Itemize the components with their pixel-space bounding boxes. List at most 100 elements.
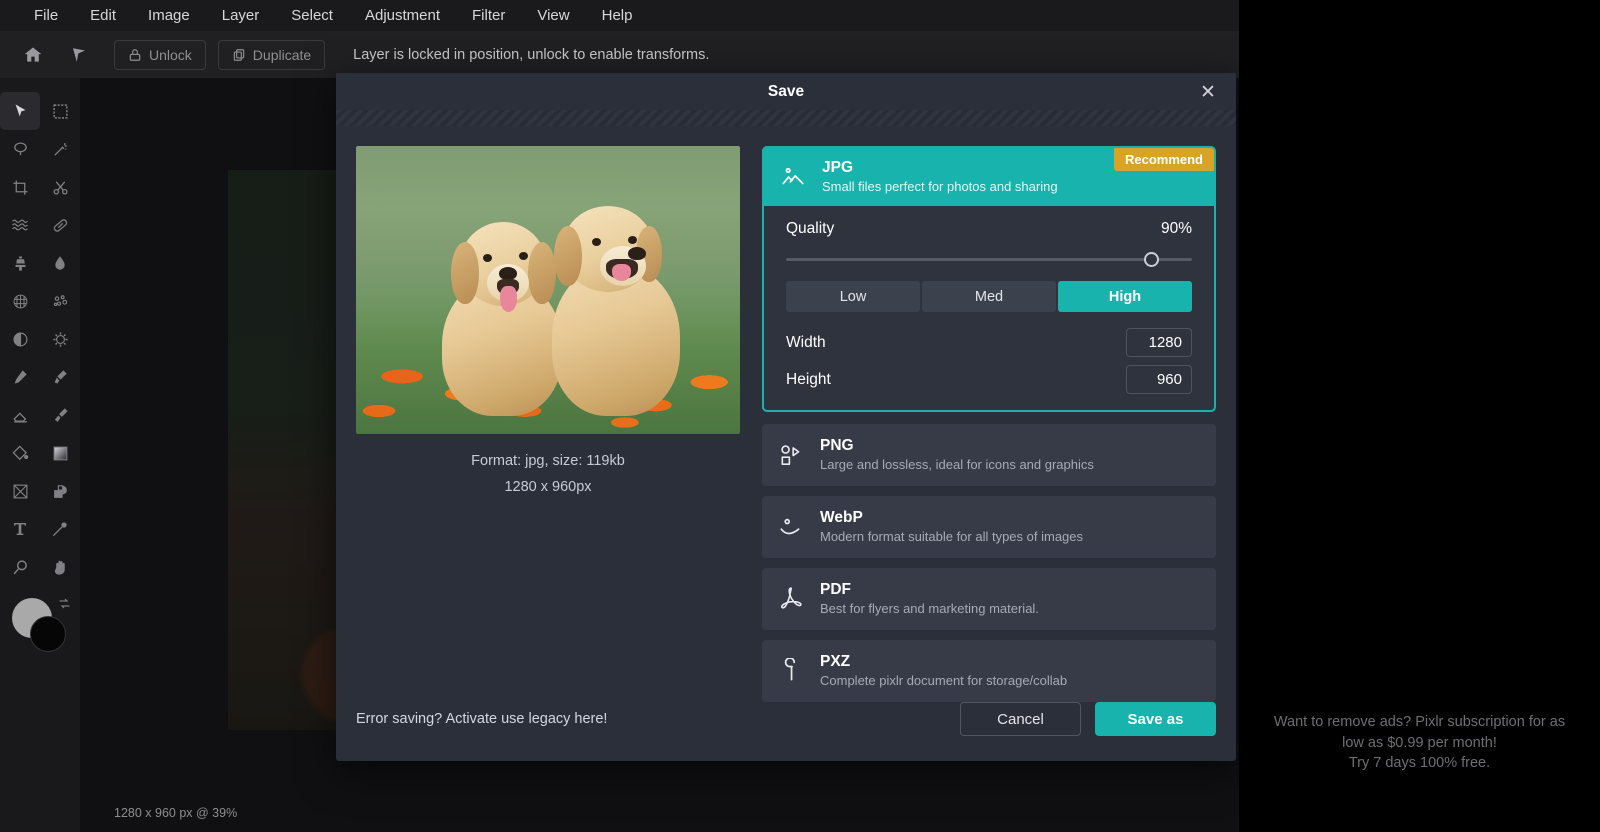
background-color-swatch[interactable]	[30, 616, 66, 652]
tool-pen-icon[interactable]	[0, 358, 40, 396]
home-icon[interactable]	[16, 38, 50, 72]
menu-item-adjustment[interactable]: Adjustment	[349, 0, 456, 31]
tool-paintbrush-icon[interactable]	[40, 358, 80, 396]
puppy-left-tongue	[500, 286, 517, 312]
width-row: Width 1280	[786, 328, 1192, 357]
tool-clone-stamp-icon[interactable]	[0, 244, 40, 282]
quality-slider-track[interactable]	[786, 258, 1192, 261]
image-preview	[356, 146, 740, 434]
preview-column: Format: jpg, size: 119kb 1280 x 960px	[356, 146, 740, 730]
tool-magic-wand-icon[interactable]	[40, 130, 80, 168]
tool-marquee-select-icon[interactable]	[40, 92, 80, 130]
quality-value: 90%	[1160, 220, 1192, 237]
preview-metadata: Format: jpg, size: 119kb 1280 x 960px	[356, 448, 740, 500]
tool-crop-icon[interactable]	[0, 168, 40, 206]
puppy-left-eye-right	[519, 252, 528, 260]
jpg-settings-panel: Quality 90% Low Med High Width 1280 Heig…	[764, 206, 1214, 410]
format-option-png[interactable]: PNG Large and lossless, ideal for icons …	[762, 424, 1216, 486]
jpg-photo-icon	[778, 164, 808, 190]
swap-colors-icon[interactable]	[57, 596, 72, 616]
save-dialog-footer: Error saving? Activate use legacy here! …	[336, 677, 1236, 761]
close-icon[interactable]: ✕	[1198, 82, 1218, 102]
canvas-status: 1280 x 960 px @ 39%	[110, 804, 242, 822]
menu-item-select[interactable]: Select	[275, 0, 349, 31]
menu-item-filter[interactable]: Filter	[456, 0, 521, 31]
tool-hand-icon[interactable]	[40, 548, 80, 586]
puppy-right-eye-left	[592, 238, 601, 246]
height-input[interactable]: 960	[1126, 365, 1192, 394]
tool-eraser-icon[interactable]	[0, 396, 40, 434]
width-input[interactable]: 1280	[1126, 328, 1192, 357]
unlock-button[interactable]: Unlock	[114, 39, 206, 70]
png-name: PNG	[820, 437, 854, 454]
quality-preset-high[interactable]: High	[1058, 281, 1192, 312]
jpg-desc: Small files perfect for photos and shari…	[822, 179, 1058, 194]
tool-lasso-icon[interactable]	[0, 130, 40, 168]
unlock-label: Unlock	[149, 46, 192, 63]
tool-replace-color-icon[interactable]	[0, 472, 40, 510]
tool-effects-gear-icon[interactable]	[40, 320, 80, 358]
ad-rail: Want to remove ads? Pixlr subscription f…	[1239, 0, 1600, 832]
cancel-button[interactable]: Cancel	[960, 702, 1081, 736]
puppy-left-eye-left	[483, 254, 492, 262]
quality-preset-med[interactable]: Med	[922, 281, 1056, 312]
save-as-button[interactable]: Save as	[1095, 702, 1216, 736]
menu-item-edit[interactable]: Edit	[74, 0, 132, 31]
tool-liquify-icon[interactable]	[0, 206, 40, 244]
pdf-desc: Best for flyers and marketing material.	[820, 601, 1039, 616]
width-label: Width	[786, 333, 826, 351]
tool-shape-icon[interactable]	[40, 472, 80, 510]
tool-eyedropper-icon[interactable]	[40, 510, 80, 548]
quality-preset-low[interactable]: Low	[786, 281, 920, 312]
puppy-left-ear-left	[451, 242, 479, 304]
webp-curve-icon	[776, 514, 806, 540]
menu-bar: File Edit Image Layer Select Adjustment …	[0, 0, 1239, 31]
color-swatches	[0, 594, 80, 666]
tool-text-icon[interactable]	[0, 510, 40, 548]
menu-item-file[interactable]: File	[18, 0, 74, 31]
height-label: Height	[786, 370, 831, 388]
footer-buttons: Cancel Save as	[960, 702, 1216, 736]
tool-gradient-icon[interactable]	[40, 434, 80, 472]
tool-smudge-icon[interactable]	[40, 396, 80, 434]
tool-zoom-icon[interactable]	[0, 548, 40, 586]
tool-water-drop-icon[interactable]	[40, 244, 80, 282]
recommend-badge: Recommend	[1113, 148, 1214, 171]
tool-paint-bucket-icon[interactable]	[0, 434, 40, 472]
ad-line-3: Try 7 days 100% free.	[1348, 755, 1491, 772]
png-shapes-icon	[776, 442, 806, 468]
menu-item-view[interactable]: View	[521, 0, 585, 31]
header-divider-stripes	[336, 110, 1236, 126]
quality-slider-thumb[interactable]	[1144, 252, 1160, 267]
menu-item-help[interactable]: Help	[586, 0, 649, 31]
jpg-header[interactable]: JPG Small files perfect for photos and s…	[764, 148, 1214, 206]
height-row: Height 960	[786, 365, 1192, 394]
puppy-left-ear-right	[528, 242, 556, 304]
save-dialog: Save ✕ Format: jpg, size: 119kb 1280 x 9…	[336, 73, 1236, 761]
menu-item-layer[interactable]: Layer	[206, 0, 276, 31]
format-option-pdf[interactable]: PDF Best for flyers and marketing materi…	[762, 568, 1216, 630]
ad-line-2: low as $0.99 per month!	[1342, 734, 1497, 751]
tool-dodge-burn-icon[interactable]	[0, 320, 40, 358]
legacy-save-link[interactable]: Error saving? Activate use legacy here!	[356, 711, 607, 727]
duplicate-button[interactable]: Duplicate	[217, 39, 326, 70]
webp-name: WebP	[820, 509, 863, 526]
quality-slider[interactable]	[786, 249, 1192, 271]
preview-dimension-line: 1280 x 960px	[504, 479, 592, 495]
puppy-right-nose	[628, 247, 646, 260]
arrange-cursor-icon[interactable]	[62, 38, 96, 72]
format-option-webp[interactable]: WebP Modern format suitable for all type…	[762, 496, 1216, 558]
puppy-right-tongue	[612, 264, 631, 281]
tool-detail-icon[interactable]	[0, 282, 40, 320]
options-bar: Unlock Duplicate Layer is locked in posi…	[0, 31, 1239, 78]
tool-arrange-icon[interactable]	[0, 92, 40, 130]
duplicate-label: Duplicate	[252, 46, 312, 63]
format-option-jpg[interactable]: JPG Small files perfect for photos and s…	[762, 146, 1216, 412]
menu-item-image[interactable]: Image	[132, 0, 206, 31]
tool-cutout-scissors-icon[interactable]	[40, 168, 80, 206]
webp-desc: Modern format suitable for all types of …	[820, 529, 1084, 544]
tool-heal-icon[interactable]	[40, 206, 80, 244]
tool-bokeh-icon[interactable]	[40, 282, 80, 320]
pxz-name: PXZ	[820, 653, 851, 670]
ad-line-1: Want to remove ads? Pixlr subscription f…	[1273, 714, 1566, 730]
